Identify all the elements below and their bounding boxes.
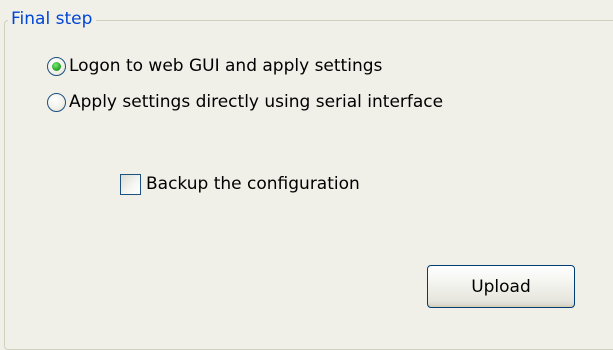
radio-button-unselected[interactable] — [47, 92, 66, 112]
radio-button-selected[interactable] — [47, 56, 66, 76]
radio-apply-serial-label: Apply settings directly using serial int… — [69, 92, 444, 112]
backup-configuration-checkbox-row[interactable]: Backup the configuration — [120, 171, 360, 197]
backup-configuration-checkbox[interactable] — [120, 173, 141, 195]
radio-logon-web-gui-label: Logon to web GUI and apply settings — [69, 56, 383, 76]
radio-apply-serial[interactable]: Apply settings directly using serial int… — [47, 89, 443, 115]
radio-logon-web-gui[interactable]: Logon to web GUI and apply settings — [47, 53, 382, 79]
backup-configuration-label: Backup the configuration — [146, 174, 360, 194]
upload-button[interactable]: Upload — [427, 265, 575, 308]
group-title: Final step — [8, 8, 97, 30]
